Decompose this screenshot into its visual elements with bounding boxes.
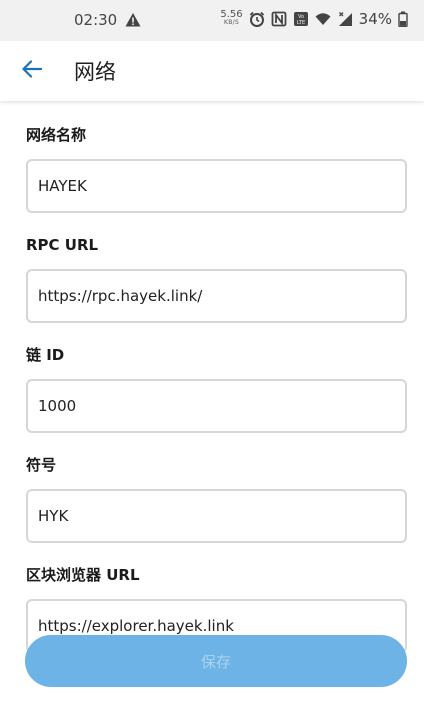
battery-icon	[398, 11, 408, 28]
status-bar: 02:30 5.56 KB/S Vo LTE 34%	[0, 0, 424, 41]
rpc-url-label: RPC URL	[26, 236, 99, 254]
signal-icon	[337, 11, 353, 27]
chain-id-input[interactable]	[26, 379, 407, 433]
battery-percent: 34%	[358, 10, 392, 28]
network-form: 网络名称 RPC URL 链 ID 符号 区块浏览器 URL	[0, 125, 424, 653]
app-header: 网络	[0, 41, 424, 101]
network-speed-unit: KB/S	[223, 19, 240, 26]
network-name-label: 网络名称	[26, 126, 87, 144]
wifi-icon	[315, 11, 331, 27]
symbol-label: 符号	[26, 456, 57, 474]
status-time: 02:30	[74, 11, 118, 29]
chain-id-label: 链 ID	[26, 346, 65, 364]
alarm-icon	[249, 11, 265, 27]
block-explorer-label: 区块浏览器 URL	[26, 566, 140, 584]
volte-icon: Vo LTE	[293, 11, 309, 27]
status-right: 5.56 KB/S Vo LTE 34%	[220, 10, 408, 28]
rpc-url-input[interactable]	[26, 269, 407, 323]
status-left: 02:30	[74, 11, 141, 29]
network-name-input[interactable]	[26, 159, 407, 213]
back-button[interactable]	[16, 55, 48, 87]
network-speed-value: 5.56	[220, 9, 243, 20]
nfc-icon	[271, 11, 287, 27]
arrow-left-icon	[22, 60, 43, 82]
warning-icon	[125, 12, 141, 28]
svg-text:LTE: LTE	[297, 20, 305, 26]
network-speed: 5.56 KB/S	[220, 9, 243, 27]
page-title: 网络	[74, 60, 116, 84]
save-button[interactable]: 保存	[25, 635, 407, 687]
symbol-input[interactable]	[26, 489, 407, 543]
